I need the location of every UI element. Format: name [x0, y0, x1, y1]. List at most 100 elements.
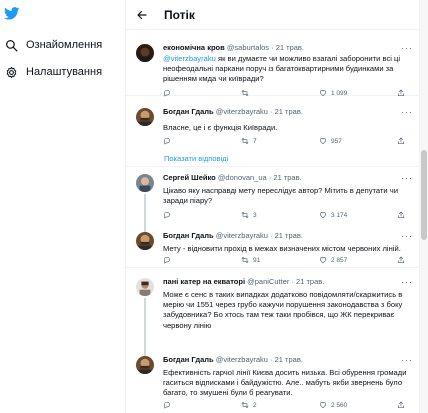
- author-name[interactable]: Сергей Шейко: [163, 173, 216, 182]
- like-button[interactable]: 3 174: [319, 211, 349, 219]
- tweet-meta: Богдан Гдаль @viterzbayraku · 21 трав.: [163, 354, 413, 365]
- reply-icon: [163, 89, 171, 97]
- retweet-button[interactable]: 3: [241, 211, 271, 219]
- show-replies-link[interactable]: Показати відповіді: [164, 154, 228, 163]
- avatar[interactable]: [136, 356, 154, 374]
- more-options-icon[interactable]: ···: [401, 107, 413, 117]
- share-button[interactable]: [397, 137, 409, 145]
- more-options-icon[interactable]: ···: [401, 43, 413, 53]
- reply-icon: [163, 137, 171, 145]
- tweet-meta: економічна кров @saburtalos · 21 трав.: [163, 42, 413, 53]
- more-options-icon[interactable]: ···: [401, 277, 413, 287]
- share-button[interactable]: [397, 256, 409, 264]
- share-icon: [398, 256, 404, 263]
- tweet-date[interactable]: · 21 трав.: [270, 231, 303, 240]
- tweet-body: пані катер на екваторі @paniCutter · 21 …: [163, 276, 413, 331]
- tweet-date[interactable]: · 21 трав.: [270, 107, 303, 116]
- tweet-date[interactable]: · 21 трав.: [271, 43, 304, 52]
- tweet-meta: Богдан Гдаль @viterzbayraku · 21 трав.: [163, 106, 413, 117]
- tweet-actions: 7 957: [163, 136, 409, 146]
- heart-icon: [319, 212, 327, 219]
- share-button[interactable]: [397, 401, 409, 409]
- like-button[interactable]: 1 099: [319, 89, 349, 97]
- reply-button[interactable]: [163, 89, 193, 97]
- tweet-body: Богдан Гдаль @viterzbayraku · 21 трав. М…: [163, 230, 413, 254]
- avatar[interactable]: [136, 278, 154, 296]
- nav-settings[interactable]: Налаштування: [5, 62, 102, 82]
- arrow-left-icon[interactable]: [136, 9, 148, 21]
- author-name[interactable]: Богдан Гдаль: [163, 107, 214, 116]
- author-name[interactable]: Богдан Гдаль: [163, 355, 214, 364]
- share-icon: [398, 401, 404, 408]
- reply-icon: [163, 211, 171, 219]
- author-name[interactable]: пані катер на екваторі: [163, 277, 245, 286]
- reply-button[interactable]: [163, 256, 193, 264]
- retweet-icon: [241, 257, 249, 263]
- divider: [126, 166, 419, 167]
- scrollbar-thumb[interactable]: [421, 150, 427, 240]
- reply-icon: [163, 256, 171, 264]
- share-button[interactable]: [397, 89, 409, 97]
- tweet-date[interactable]: · 21 трав.: [269, 173, 302, 182]
- thread-line: [144, 194, 146, 232]
- retweet-icon: [241, 212, 249, 218]
- tweet-text: Мету - відновити прохід в межах визначен…: [163, 244, 401, 253]
- author-handle[interactable]: @paniCutter: [247, 277, 289, 286]
- retweet-button[interactable]: 91: [241, 256, 271, 264]
- tweet-meta: Богдан Гдаль @viterzbayraku · 21 трав.: [163, 230, 413, 241]
- reply-button[interactable]: [163, 137, 193, 145]
- tweet-actions: 1 099: [163, 88, 409, 98]
- tweet-body: Сергей Шейко @donovan_ua · 21 трав. Ціка…: [163, 172, 413, 206]
- reply-button[interactable]: [163, 211, 193, 219]
- tweet-text: Власне, це і є функція Київради.: [163, 123, 278, 132]
- share-icon: [398, 137, 404, 144]
- tweet-text: Ефективність гарчої лінії Києва досить н…: [163, 368, 407, 398]
- author-handle[interactable]: @viterzbayraku: [216, 355, 268, 364]
- share-icon: [398, 211, 404, 218]
- sidebar: Ознайомлення Налаштування: [0, 0, 124, 413]
- author-handle[interactable]: @donovan_ua: [218, 173, 267, 182]
- avatar[interactable]: [136, 174, 154, 192]
- author-name[interactable]: економічна кров: [163, 43, 225, 52]
- like-button[interactable]: 2 857: [319, 256, 349, 264]
- reply-icon: [163, 401, 171, 409]
- retweet-button[interactable]: 7: [241, 137, 271, 145]
- retweet-button[interactable]: 2: [241, 401, 271, 409]
- retweet-icon: [241, 138, 249, 144]
- like-button[interactable]: 2 560: [319, 401, 349, 409]
- heart-icon: [319, 257, 327, 264]
- tweet-text: Може є сенс в таких випадках додатково п…: [163, 290, 403, 330]
- more-options-icon[interactable]: ···: [401, 355, 413, 365]
- more-options-icon[interactable]: ···: [401, 173, 413, 183]
- tweet[interactable]: пані катер на екваторі @paniCutter · 21 …: [126, 274, 419, 366]
- page-title: Потік: [164, 7, 195, 22]
- retweet-button[interactable]: [241, 89, 271, 97]
- share-button[interactable]: [397, 211, 409, 219]
- author-name[interactable]: Богдан Гдаль: [163, 231, 214, 240]
- tweet-body: економічна кров @saburtalos · 21 трав. @…: [163, 42, 413, 85]
- more-options-icon[interactable]: ···: [401, 231, 413, 241]
- heart-icon: [319, 402, 327, 409]
- tweet-date[interactable]: · 21 трав.: [291, 277, 324, 286]
- tweet-meta: Сергей Шейко @donovan_ua · 21 трав.: [163, 172, 413, 183]
- retweet-icon: [241, 90, 249, 96]
- avatar[interactable]: [136, 44, 154, 62]
- avatar[interactable]: [136, 232, 154, 250]
- tweet-body: Богдан Гдаль @viterzbayraku · 21 трав. Е…: [163, 354, 413, 399]
- twitter-bird-icon[interactable]: [4, 7, 20, 20]
- author-handle[interactable]: @saburtalos: [227, 43, 269, 52]
- tweet-actions: 2 2 560: [163, 400, 409, 410]
- nav-explore[interactable]: Ознайомлення: [5, 35, 102, 55]
- retweet-icon: [241, 402, 249, 408]
- tweet-actions: 3 3 174: [163, 210, 409, 220]
- nav-explore-label: Ознайомлення: [26, 39, 103, 51]
- like-button[interactable]: 957: [319, 137, 349, 145]
- author-handle[interactable]: @viterzbayraku: [216, 231, 268, 240]
- mention-link[interactable]: @viterzbayraku: [163, 54, 216, 63]
- avatar[interactable]: [136, 108, 154, 126]
- share-icon: [398, 89, 404, 96]
- author-handle[interactable]: @viterzbayraku: [216, 107, 268, 116]
- scrollbar[interactable]: [420, 0, 428, 413]
- reply-button[interactable]: [163, 401, 193, 409]
- tweet-date[interactable]: · 21 трав.: [270, 355, 303, 364]
